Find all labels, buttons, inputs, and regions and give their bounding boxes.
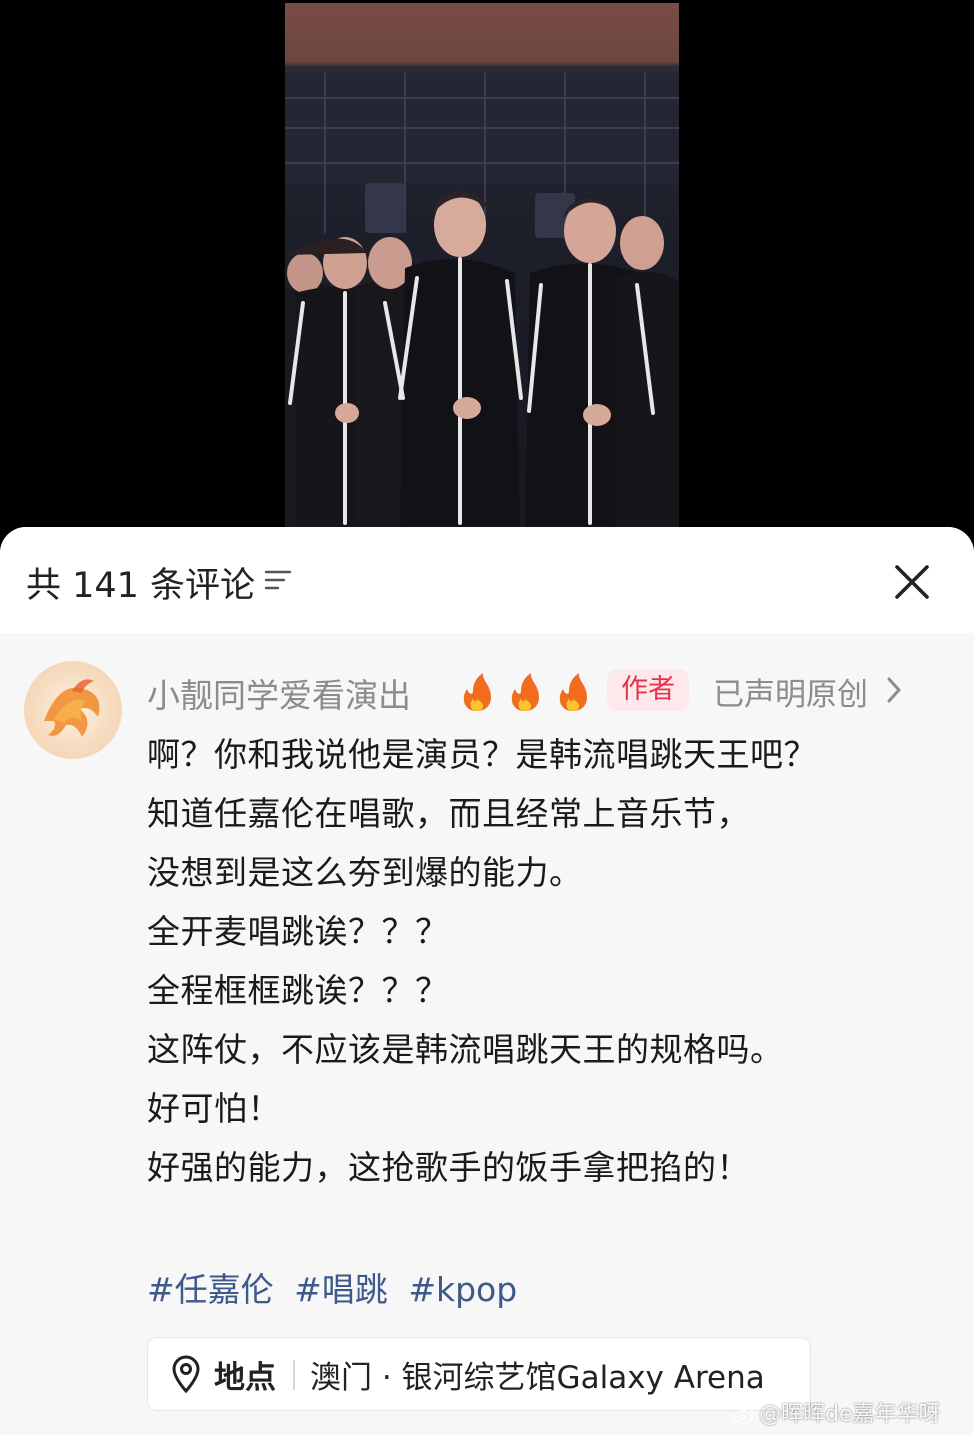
original-declaration-link[interactable]: 已声明原创	[713, 669, 868, 714]
fire-icon	[463, 673, 587, 711]
author-badge: 作者	[607, 669, 689, 711]
location-value: 澳门 · 银河综艺馆Galaxy Arena	[310, 1360, 765, 1396]
close-icon[interactable]	[893, 563, 931, 601]
location-label: 地点	[214, 1360, 276, 1396]
hashtag-link[interactable]: #kpop	[408, 1270, 517, 1309]
comment-line: 好强的能力，这抢歌手的饭手拿把掐的！	[147, 1148, 750, 1187]
avatar[interactable]	[24, 661, 122, 759]
comment-line: 知道任嘉伦在唱歌，而且经常上音乐节，	[147, 794, 750, 833]
chevron-right-icon[interactable]	[885, 675, 903, 705]
hashtag-link[interactable]: #唱跳	[294, 1270, 388, 1309]
comments-sheet: 共 141 条评论 小靓同学爱看演出 作者 已声明原创 啊？你和我说他是演员？是…	[0, 527, 974, 1435]
phoenix-icon	[44, 679, 100, 737]
filter-icon[interactable]	[264, 568, 292, 592]
hashtag-link[interactable]: #任嘉伦	[147, 1270, 274, 1309]
video-area[interactable]	[0, 0, 974, 535]
comment-line: 全程框框跳诶？？？	[147, 971, 449, 1010]
hashtag-list: #任嘉伦 #唱跳 #kpop	[147, 1263, 527, 1311]
comment-line: 全开麦唱跳诶？？？	[147, 912, 449, 951]
location-chip[interactable]: 地点 澳门 · 银河综艺馆Galaxy Arena	[147, 1337, 811, 1411]
location-pin-icon	[172, 1355, 200, 1394]
comment-line: 没想到是这么夯到爆的能力。	[147, 853, 583, 892]
watermark: @晖晖de嘉年华呀	[733, 1396, 941, 1428]
sheet-header: 共 141 条评论	[0, 527, 974, 633]
comment-line: 这阵仗，不应该是韩流唱跳天王的规格吗。	[147, 1030, 784, 1069]
comment-line: 啊？你和我说他是演员？是韩流唱跳天王吧？	[147, 735, 817, 774]
location-divider	[293, 1360, 295, 1390]
weibo-icon	[733, 1408, 754, 1424]
comment-text: 啊？你和我说他是演员？是韩流唱跳天王吧？ 知道任嘉伦在唱歌，而且经常上音乐节， …	[147, 725, 947, 1197]
watermark-text: @晖晖de嘉年华呀	[759, 1402, 941, 1427]
video-thumbnail[interactable]	[285, 3, 679, 535]
comment-count-title: 共 141 条评论	[26, 566, 256, 606]
performers-illustration	[285, 73, 679, 535]
comment-line: 好可怕！	[147, 1089, 281, 1128]
username[interactable]: 小靓同学爱看演出	[147, 669, 411, 717]
